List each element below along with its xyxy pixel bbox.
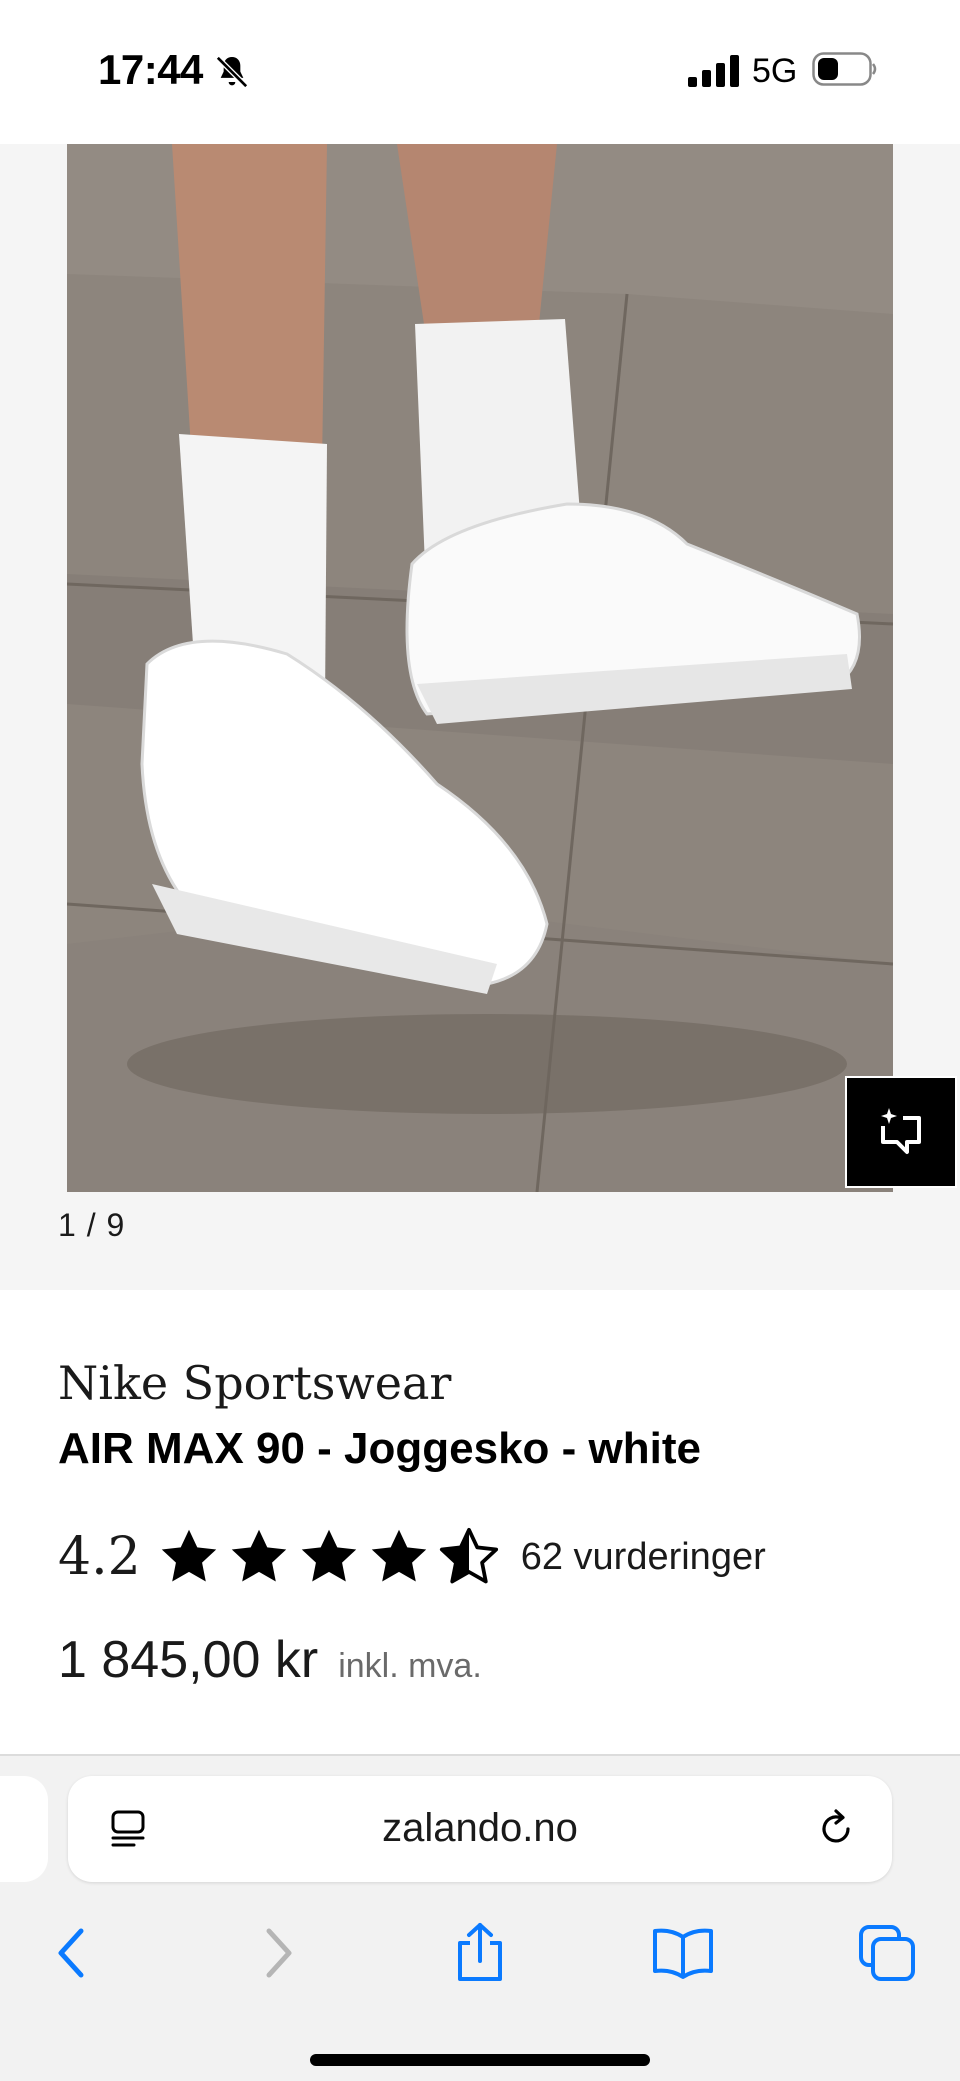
url-text[interactable]: zalando.no [68, 1806, 892, 1851]
signal-icon [688, 55, 739, 87]
browser-toolbar: zalando.no [0, 1756, 960, 2081]
share-button[interactable] [445, 1918, 515, 1988]
product-name: AIR MAX 90 - Joggesko - white [58, 1424, 701, 1473]
battery-icon [812, 52, 877, 86]
navigation-row [0, 1918, 960, 1988]
star-icon [161, 1529, 216, 1582]
status-time: 17:44 [98, 46, 203, 93]
book-icon [653, 1928, 713, 1979]
visual-search-button[interactable] [845, 1076, 957, 1188]
bookmarks-button[interactable] [648, 1918, 718, 1988]
tabs-icon [859, 1925, 915, 1981]
rating-stars [157, 1525, 501, 1589]
chevron-right-icon [266, 1928, 292, 1978]
forward-button[interactable] [244, 1918, 314, 1988]
chevron-left-icon [58, 1928, 84, 1978]
tax-note: inkl. mva. [338, 1647, 482, 1685]
product-info: Nike Sportswear AIR MAX 90 - Joggesko - … [0, 1290, 960, 1755]
network-type: 5G [752, 52, 798, 90]
share-icon [458, 1923, 502, 1981]
star-icon [231, 1529, 286, 1582]
rating-row[interactable]: 4.2 62 vurderinger [58, 1522, 766, 1592]
tabs-button[interactable] [852, 1918, 922, 1988]
previous-tab-peek[interactable] [0, 1776, 48, 1882]
visual-search-icon [881, 1108, 921, 1154]
price-row: 1 845,00 kr inkl. mva. [58, 1630, 482, 1690]
product-image[interactable] [67, 144, 893, 1192]
status-bar: 17:44 5G [0, 0, 960, 144]
price: 1 845,00 kr [58, 1631, 319, 1689]
star-icon [301, 1529, 356, 1582]
image-counter: 1 / 9 [58, 1207, 126, 1243]
half-star-icon [439, 1527, 498, 1584]
bell-slash-icon [215, 55, 249, 89]
rating-value: 4.2 [58, 1527, 141, 1587]
back-button[interactable] [36, 1918, 106, 1988]
product-gallery[interactable]: 1 / 9 [0, 144, 960, 1290]
home-indicator[interactable] [310, 2054, 650, 2066]
address-bar[interactable]: zalando.no [68, 1776, 892, 1882]
brand-name[interactable]: Nike Sportswear [58, 1356, 451, 1410]
review-count: 62 vurderinger [520, 1535, 766, 1578]
star-icon [371, 1529, 426, 1582]
reload-icon[interactable] [814, 1807, 858, 1851]
